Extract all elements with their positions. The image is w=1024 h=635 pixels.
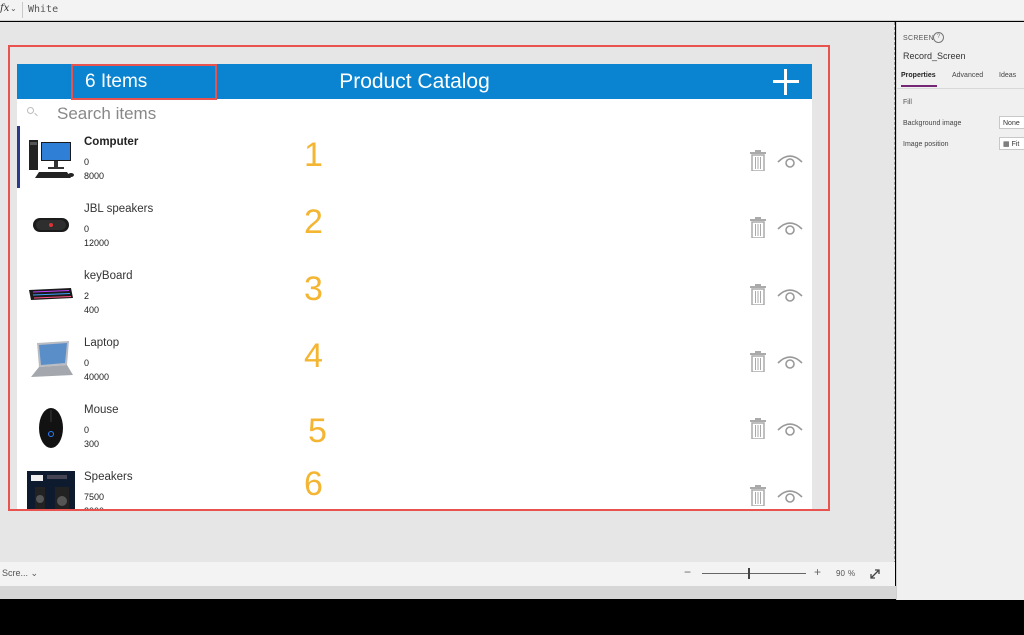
formula-bar: fx ⌄ White xyxy=(0,0,1024,21)
zoom-in-button[interactable]: + xyxy=(814,565,821,579)
horizontal-scrollbar[interactable] xyxy=(0,586,1024,599)
zoom-unit: % xyxy=(848,569,856,578)
image-position-dropdown[interactable]: ▦ Fit xyxy=(999,137,1024,150)
background-image-dropdown[interactable]: None xyxy=(999,116,1024,129)
properties-panel: SCREEN ? Record_Screen Properties Advanc… xyxy=(896,22,1024,600)
fill-label[interactable]: Fill xyxy=(903,99,912,106)
panel-tabs: Properties Advanced Ideas xyxy=(897,70,1024,89)
fx-label[interactable]: fx xyxy=(0,3,9,14)
image-position-label: Image position xyxy=(903,141,949,148)
help-icon[interactable]: ? xyxy=(933,32,944,43)
screen-name: Record_Screen xyxy=(903,51,966,61)
background-image-label: Background image xyxy=(903,120,962,127)
screen-selector-label: Scre... xyxy=(2,568,29,578)
status-bar: Scre... ⌄ − + 90 % xyxy=(0,562,895,586)
image-position-value: Fit xyxy=(1011,141,1020,148)
zoom-slider[interactable] xyxy=(702,573,806,574)
chevron-down-icon: ⌄ xyxy=(30,568,39,578)
image-position-icon: ▦ xyxy=(1003,141,1010,148)
formula-input[interactable]: White xyxy=(28,4,58,15)
zoom-out-button[interactable]: − xyxy=(684,565,691,579)
active-tab-indicator xyxy=(901,85,937,87)
background-band xyxy=(0,600,1024,635)
tab-properties[interactable]: Properties xyxy=(901,72,936,79)
panel-section-label: SCREEN xyxy=(903,35,934,42)
tab-ideas[interactable]: Ideas xyxy=(999,72,1016,79)
tab-advanced[interactable]: Advanced xyxy=(952,72,983,79)
fit-to-window-icon[interactable] xyxy=(869,568,881,580)
fx-caret-icon[interactable]: ⌄ xyxy=(10,4,17,13)
zoom-slider-thumb[interactable] xyxy=(748,568,750,579)
zoom-value: 90 xyxy=(836,569,845,578)
app-annotation-frame xyxy=(8,45,830,511)
divider xyxy=(22,2,23,18)
screen-selector[interactable]: Scre... ⌄ xyxy=(2,568,38,579)
